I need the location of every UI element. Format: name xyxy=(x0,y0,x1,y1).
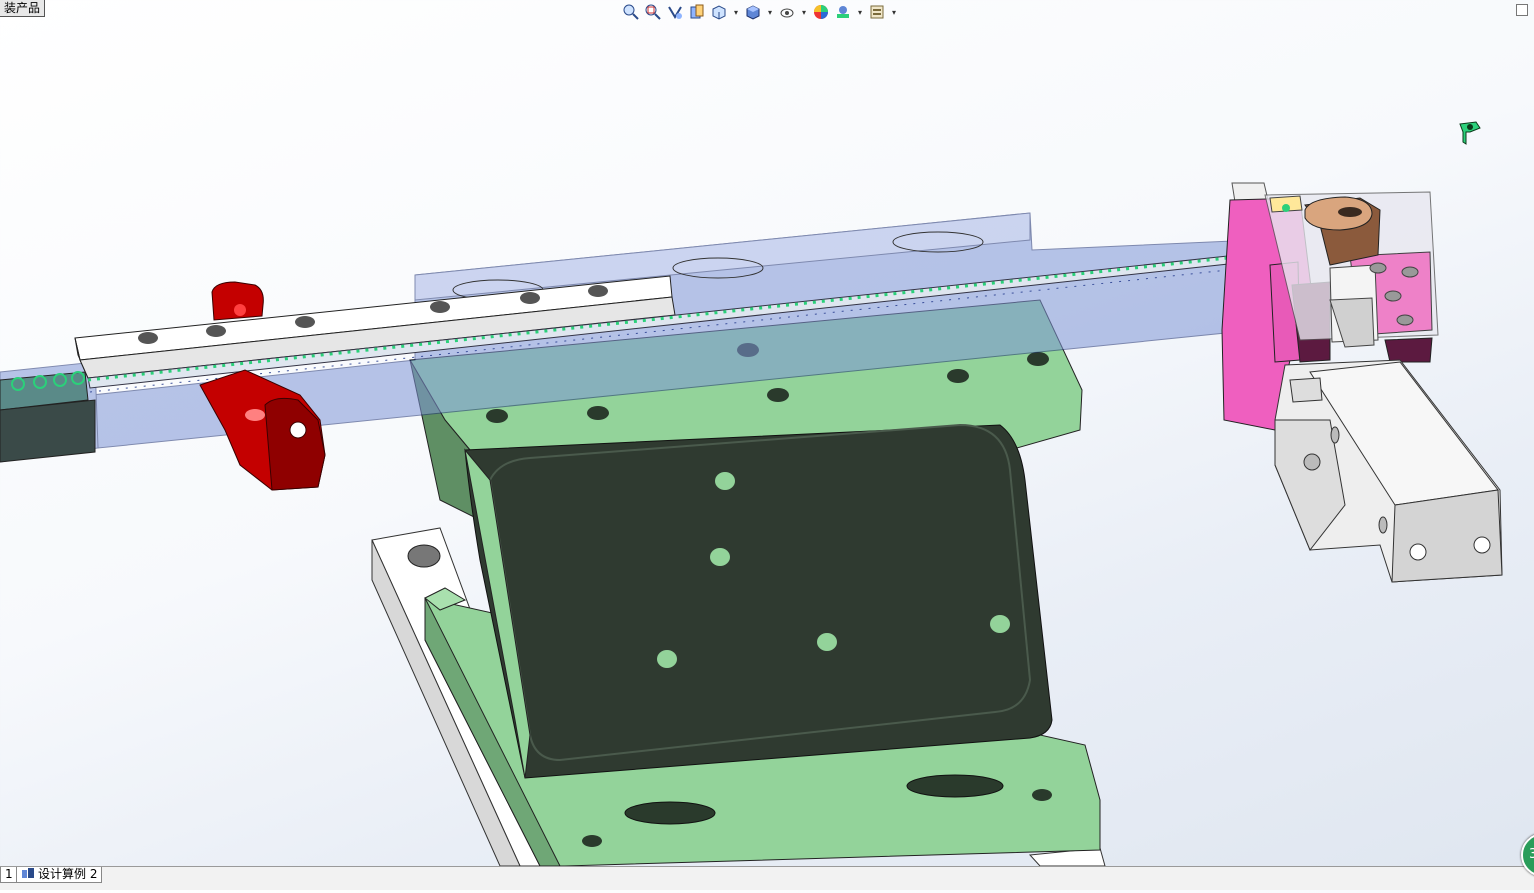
chevron-down-icon[interactable]: ▾ xyxy=(766,3,774,21)
view-orientation-icon[interactable] xyxy=(710,3,728,21)
zoom-to-fit-icon[interactable] xyxy=(622,3,640,21)
triad-icon xyxy=(1456,118,1482,152)
chevron-down-icon[interactable]: ▾ xyxy=(856,3,864,21)
hide-show-items-icon[interactable] xyxy=(778,3,796,21)
chevron-down-icon[interactable]: ▾ xyxy=(890,3,898,21)
tab-design-study[interactable]: 设计算例 2 xyxy=(16,867,103,883)
edit-appearance-icon[interactable] xyxy=(812,3,830,21)
tab-model-1-label: 1 xyxy=(5,867,13,881)
tab-design-study-label: 设计算例 2 xyxy=(38,867,98,881)
apply-scene-icon[interactable] xyxy=(834,3,852,21)
previous-view-icon[interactable] xyxy=(666,3,684,21)
aluminum-profile xyxy=(1274,359,1503,583)
left-rail-end xyxy=(0,371,96,463)
chevron-down-icon[interactable]: ▾ xyxy=(732,3,740,21)
heads-up-view-toolbar: ▾ ▾ ▾ ▾ ▾ xyxy=(622,2,898,22)
section-view-icon[interactable] xyxy=(688,3,706,21)
document-tab[interactable]: 装产品 xyxy=(0,0,46,17)
cad-model-render[interactable] xyxy=(0,0,1534,889)
view-settings-icon[interactable] xyxy=(868,3,886,21)
design-study-icon xyxy=(21,867,35,883)
zoom-to-area-icon[interactable] xyxy=(644,3,662,21)
display-style-icon[interactable] xyxy=(744,3,762,21)
window-restore-button[interactable] xyxy=(1516,4,1528,16)
graphics-viewport[interactable] xyxy=(0,0,1534,889)
chevron-down-icon[interactable]: ▾ xyxy=(800,3,808,21)
bottom-tab-bar: 1 设计算例 2 xyxy=(0,866,1534,890)
dark-motor-face xyxy=(464,423,1053,779)
tab-model-1[interactable]: 1 xyxy=(0,867,18,883)
